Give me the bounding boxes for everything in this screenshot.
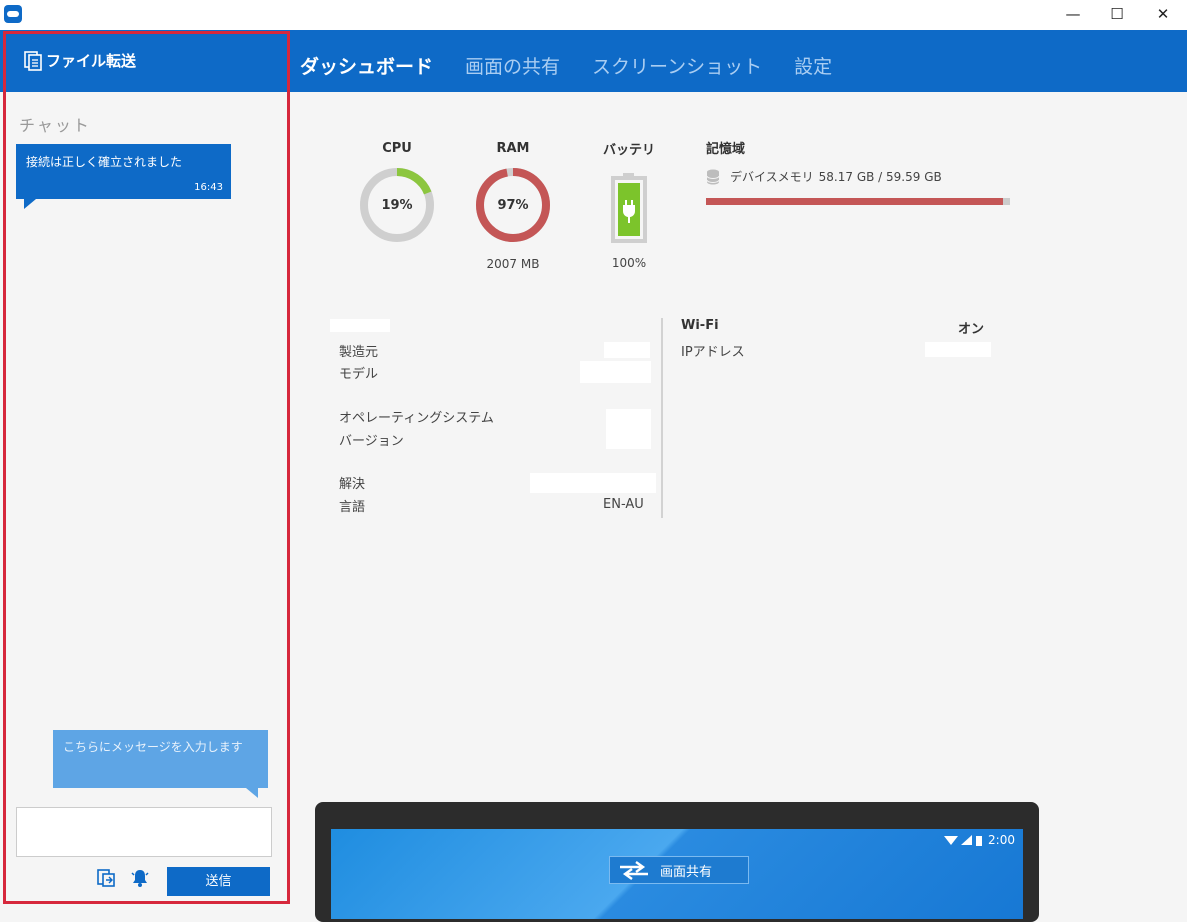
storage-name: デバイスメモリ bbox=[730, 170, 814, 184]
language-label: 言語 bbox=[339, 500, 366, 515]
manufacturer-label: 製造元 bbox=[339, 345, 379, 360]
chat-message-input[interactable] bbox=[16, 807, 272, 857]
tab-dashboard[interactable]: ダッシュボード bbox=[300, 52, 433, 79]
teamviewer-logo-icon bbox=[4, 5, 22, 23]
send-file-icon bbox=[97, 869, 115, 887]
battery-status-icon bbox=[976, 835, 983, 846]
resolution-label: 解決 bbox=[339, 477, 366, 492]
send-button[interactable]: 送信 bbox=[167, 867, 270, 896]
chat-message-text: 接続は正しく確立されました bbox=[26, 155, 183, 169]
ram-value: 97% bbox=[497, 198, 529, 213]
main-tabs: ダッシュボード 画面の共有 スクリーンショット 設定 bbox=[300, 52, 864, 79]
cell-signal-icon bbox=[961, 834, 973, 845]
storage-progress-bar bbox=[706, 198, 1010, 205]
chat-hint-text: こちらにメッセージを入力します bbox=[63, 740, 243, 754]
language-value: EN-AU bbox=[603, 497, 644, 512]
file-transfer-label: ファイル転送 bbox=[46, 52, 137, 70]
device-screen: 2:00 画面共有 bbox=[331, 829, 1023, 919]
version-label: バージョン bbox=[339, 434, 404, 449]
device-time: 2:00 bbox=[988, 833, 1015, 847]
storage-info: デバイスメモリ 58.17 GB / 59.59 GB bbox=[706, 168, 942, 185]
manufacturer-value-redacted bbox=[604, 342, 650, 358]
file-transfer-button[interactable]: ファイル転送 bbox=[24, 50, 136, 71]
maximize-button[interactable]: ☐ bbox=[1094, 0, 1140, 30]
ram-used: 2007 MB bbox=[486, 257, 540, 271]
top-nav-bar: ファイル転送 ダッシュボード 画面の共有 スクリーンショット 設定 bbox=[0, 30, 1187, 92]
cpu-value: 19% bbox=[381, 198, 413, 213]
chat-message-time: 16:43 bbox=[194, 182, 223, 193]
tab-screenshot[interactable]: スクリーンショット bbox=[592, 52, 762, 79]
screen-share-button[interactable]: 画面共有 bbox=[609, 856, 749, 884]
os-label: オペレーティングシステム bbox=[339, 411, 494, 426]
info-divider bbox=[661, 318, 663, 518]
storage-used: 58.17 GB bbox=[818, 169, 875, 184]
alert-button[interactable] bbox=[130, 868, 152, 890]
battery-label: バッテリ bbox=[602, 143, 655, 158]
swap-arrows-icon bbox=[620, 861, 648, 880]
os-value-redacted bbox=[606, 409, 651, 449]
device-status-bar: 2:00 bbox=[944, 833, 1015, 847]
bell-icon bbox=[131, 870, 149, 887]
storage-separator: / bbox=[874, 169, 887, 184]
device-name-redacted bbox=[330, 319, 390, 332]
battery-value: 100% bbox=[611, 256, 647, 270]
model-value-redacted bbox=[580, 361, 651, 383]
screen-share-label: 画面共有 bbox=[660, 864, 713, 880]
file-transfer-icon bbox=[24, 50, 42, 71]
title-bar: — ☐ ✕ bbox=[0, 0, 1187, 30]
wifi-status: オン bbox=[958, 322, 985, 337]
chat-sidebar: チャット 接続は正しく確立されました 16:43 こちらにメッセージを入力します… bbox=[0, 92, 290, 911]
tab-settings[interactable]: 設定 bbox=[794, 52, 832, 79]
chat-message: 接続は正しく確立されました 16:43 bbox=[16, 144, 231, 209]
wifi-signal-icon bbox=[944, 835, 959, 845]
model-label: モデル bbox=[339, 367, 379, 382]
cpu-label: CPU bbox=[382, 141, 412, 156]
wifi-title: Wi-Fi bbox=[681, 318, 719, 333]
device-preview: 2:00 画面共有 bbox=[315, 802, 1039, 922]
storage-total: 59.59 GB bbox=[886, 169, 942, 184]
battery-icon bbox=[611, 173, 647, 243]
storage-title: 記憶域 bbox=[706, 142, 746, 157]
chat-title: チャット bbox=[19, 116, 91, 135]
minimize-button[interactable]: — bbox=[1050, 0, 1096, 30]
send-file-button[interactable] bbox=[96, 868, 118, 890]
ip-value-redacted bbox=[925, 342, 991, 357]
storage-progress-fill bbox=[706, 198, 1003, 205]
chat-hint-bubble: こちらにメッセージを入力します bbox=[53, 730, 268, 798]
ram-label: RAM bbox=[496, 141, 530, 156]
database-icon bbox=[706, 169, 720, 184]
ip-label: IPアドレス bbox=[681, 345, 745, 360]
close-button[interactable]: ✕ bbox=[1140, 0, 1186, 30]
resolution-value-redacted bbox=[530, 473, 656, 493]
tab-screen-share[interactable]: 画面の共有 bbox=[465, 52, 560, 79]
